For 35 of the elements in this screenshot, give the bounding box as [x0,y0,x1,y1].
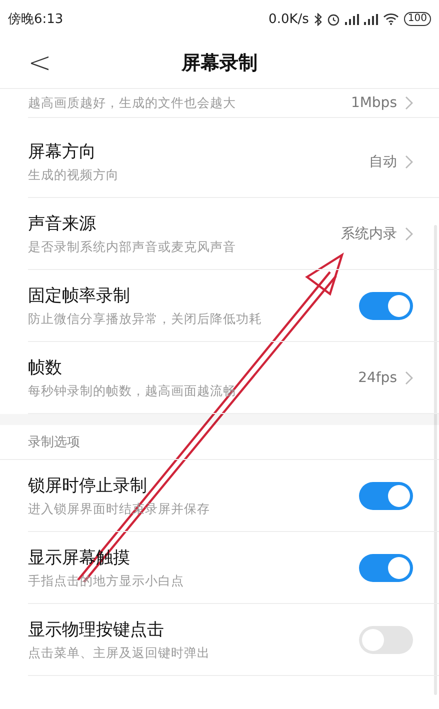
chevron-icon [405,370,413,384]
setting-description: 是否录制系统内部声音或麦克风声音 [28,238,237,256]
bluetooth-icon [314,12,322,26]
battery-level: 100 [404,12,431,26]
setting-value[interactable]: 自动 [369,152,397,170]
page-title: 屏幕录制 [182,51,258,76]
toggle-switch[interactable] [359,482,413,510]
signal-icon [364,14,378,24]
setting-title: 固定帧率录制 [28,284,131,306]
setting-description: 手指点击的地方显示小白点 [28,572,185,590]
setting-value[interactable]: 系统内录 [341,224,397,242]
setting-title: 帧数 [28,356,63,378]
network-speed: 0.0K/s [268,12,309,26]
setting-value[interactable]: 24fps [358,370,397,386]
chevron-icon [405,96,413,110]
setting-title: 显示物理按键点击 [28,618,165,640]
alarm-icon [326,12,340,26]
setting-value[interactable]: 1Mbps [350,95,397,111]
setting-title: 声音来源 [28,212,97,234]
section-header: 录制选项 [28,434,80,451]
signal-icon [344,14,359,24]
setting-description: 点击菜单、主屏及返回键时弹出 [28,644,211,662]
back-button[interactable]: < [22,46,58,79]
chevron-icon [405,226,413,240]
setting-description: 防止微信分享播放异常，关闭后降低功耗 [28,310,263,328]
toggle-switch[interactable] [359,292,413,320]
toggle-switch[interactable] [359,554,413,582]
status-time: 傍晚6:13 [8,11,64,28]
chevron-icon [405,154,413,168]
setting-title: 屏幕方向 [28,140,97,162]
setting-description: 越高画质越好，生成的文件也会越大 [28,94,237,112]
setting-title: 锁屏时停止录制 [28,474,148,496]
toggle-switch[interactable] [359,626,413,654]
setting-description: 生成的视频方向 [28,166,120,184]
wifi-icon [382,13,399,25]
